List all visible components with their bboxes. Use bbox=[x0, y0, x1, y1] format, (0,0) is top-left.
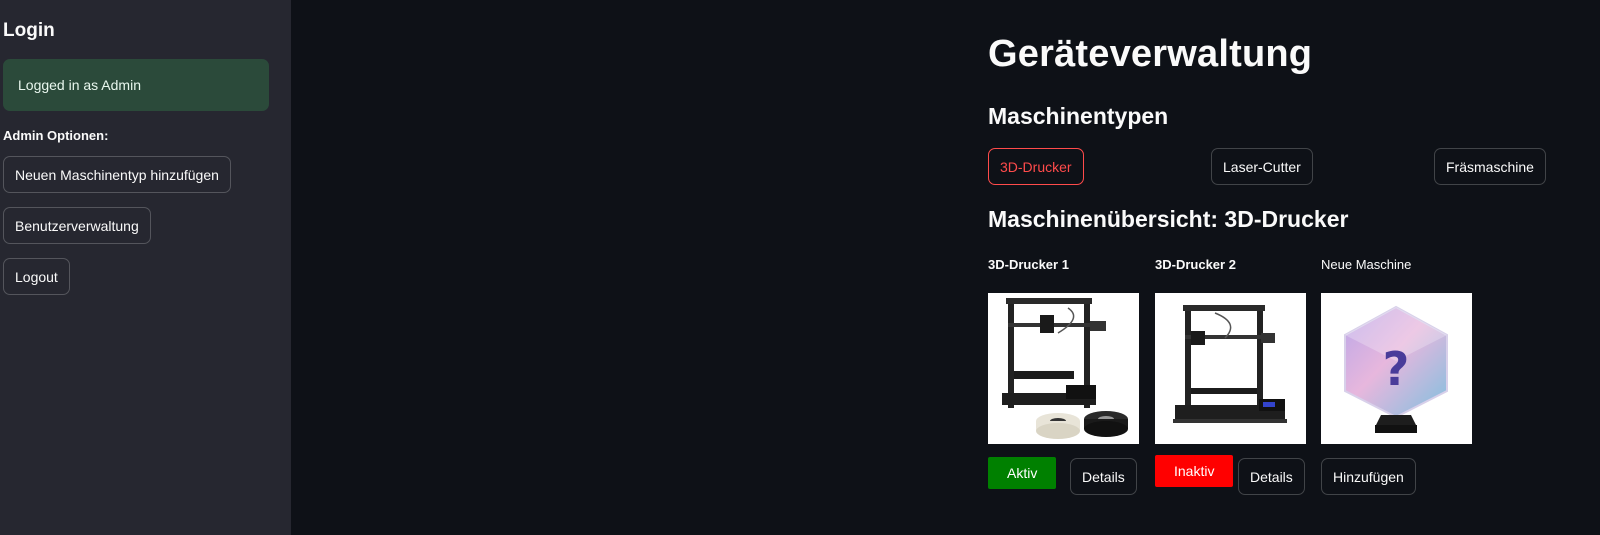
page-title: Geräteverwaltung bbox=[988, 33, 1313, 75]
machine-name-new: Neue Maschine bbox=[1321, 257, 1412, 272]
machine-name-1: 3D-Drucker 1 bbox=[988, 257, 1069, 272]
sidebar: Login Logged in as Admin Admin Optionen:… bbox=[0, 0, 291, 535]
logout-button[interactable]: Logout bbox=[3, 258, 70, 295]
user-management-button[interactable]: Benutzerverwaltung bbox=[3, 207, 151, 244]
3d-printer-1-image bbox=[988, 293, 1139, 444]
question-block-lamp-image: ? bbox=[1321, 293, 1472, 444]
status-badge-inactive: Inaktiv bbox=[1155, 455, 1234, 487]
details-button-2[interactable]: Details bbox=[1238, 458, 1305, 495]
add-machine-type-button[interactable]: Neuen Maschinentyp hinzufügen bbox=[3, 156, 231, 193]
type-button-laser-cutter[interactable]: Laser-Cutter bbox=[1211, 148, 1313, 185]
login-status-message: Logged in as Admin bbox=[3, 59, 269, 111]
type-button-fraesmaschine[interactable]: Fräsmaschine bbox=[1434, 148, 1546, 185]
svg-text:?: ? bbox=[1383, 342, 1410, 396]
3d-printer-2-image bbox=[1155, 293, 1306, 444]
machine-name-2: 3D-Drucker 2 bbox=[1155, 257, 1236, 272]
details-button-1[interactable]: Details bbox=[1070, 458, 1137, 495]
sidebar-title: Login bbox=[3, 20, 55, 41]
main-content: Geräteverwaltung Maschinentypen 3D-Druck… bbox=[988, 0, 1588, 535]
add-machine-button[interactable]: Hinzufügen bbox=[1321, 458, 1416, 495]
type-button-3d-drucker[interactable]: 3D-Drucker bbox=[988, 148, 1084, 185]
machine-types-heading: Maschinentypen bbox=[988, 103, 1169, 129]
status-badge-active: Aktiv bbox=[988, 457, 1057, 489]
machine-overview-heading: Maschinenübersicht: 3D-Drucker bbox=[988, 206, 1349, 232]
admin-options-label: Admin Optionen: bbox=[3, 128, 109, 143]
